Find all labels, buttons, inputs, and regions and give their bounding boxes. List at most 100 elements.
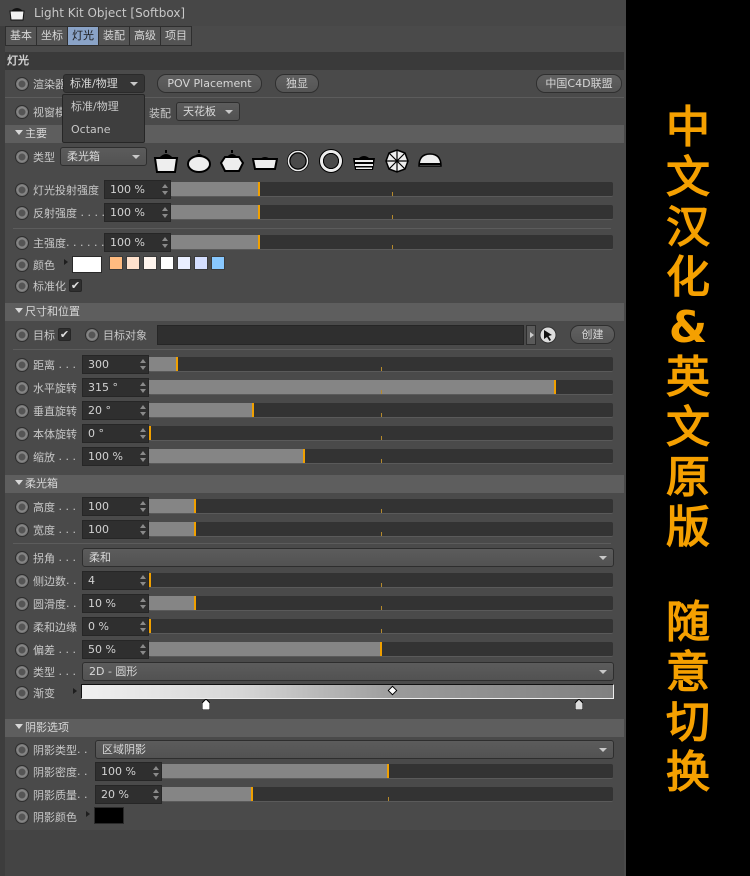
renderer-dropdown[interactable]: 标准/物理	[63, 74, 145, 93]
tab-project[interactable]: 项目	[160, 26, 192, 46]
roundness-slider[interactable]	[149, 596, 613, 611]
animate-radio[interactable]	[15, 664, 29, 679]
color-preset-swatch[interactable]	[194, 256, 208, 270]
animate-radio[interactable]	[15, 426, 29, 441]
group-softbox-header[interactable]: 柔光箱	[5, 475, 624, 493]
animate-radio[interactable]	[15, 235, 29, 250]
expand-triangle-icon[interactable]	[86, 811, 90, 817]
menu-item-octane[interactable]: Octane	[63, 118, 144, 141]
slider-handle[interactable]	[194, 499, 197, 513]
grid-softbox-icon[interactable]	[351, 148, 377, 174]
gradient-bar[interactable]	[81, 684, 614, 699]
animate-radio[interactable]	[15, 149, 29, 164]
group-size-header[interactable]: 尺寸和位置	[5, 303, 624, 321]
distance-field[interactable]: 300	[82, 355, 149, 374]
light-cast-intensity-field[interactable]: 100 %	[104, 180, 171, 199]
animate-radio[interactable]	[15, 449, 29, 464]
slider-handle[interactable]	[554, 380, 556, 394]
slider-handle[interactable]	[252, 403, 255, 417]
slider-handle[interactable]	[251, 787, 254, 801]
ring-light-thick-icon[interactable]	[318, 148, 344, 174]
soft-edge-field[interactable]: 0 %	[82, 617, 149, 636]
slider-handle[interactable]	[386, 764, 389, 778]
animate-radio[interactable]	[15, 619, 29, 634]
spinner-icon[interactable]	[162, 184, 168, 195]
create-button[interactable]: 创建	[570, 325, 615, 344]
width-slider[interactable]	[149, 522, 613, 537]
animate-radio[interactable]	[15, 403, 29, 418]
target-object-link-field[interactable]	[157, 325, 524, 345]
slider-handle[interactable]	[194, 596, 197, 610]
tab-coord[interactable]: 坐标	[36, 26, 68, 46]
shadow-quality-field[interactable]: 20 %	[95, 785, 162, 804]
animate-radio[interactable]	[15, 257, 29, 272]
animate-radio[interactable]	[15, 685, 29, 700]
slider-handle[interactable]	[149, 573, 151, 587]
solo-button[interactable]: 独显	[275, 74, 319, 93]
spinner-icon[interactable]	[162, 237, 168, 248]
animate-radio[interactable]	[15, 764, 29, 779]
side-count-slider[interactable]	[149, 573, 613, 588]
normalize-checkbox[interactable]: ✔	[69, 279, 82, 292]
spinner-icon[interactable]	[140, 451, 146, 462]
animate-radio[interactable]	[85, 327, 99, 342]
scale-field[interactable]: 100 %	[82, 447, 149, 466]
slider-handle[interactable]	[258, 235, 261, 249]
height-slider[interactable]	[149, 499, 613, 514]
light-cast-intensity-slider[interactable]	[171, 182, 613, 197]
animate-radio[interactable]	[15, 327, 29, 342]
octa-lamp-icon[interactable]	[219, 148, 245, 174]
bank-rotation-field[interactable]: 0 °	[82, 424, 149, 443]
reflection-intensity-field[interactable]: 100 %	[104, 203, 171, 222]
expand-triangle-icon[interactable]	[64, 259, 68, 265]
soft-edge-slider[interactable]	[149, 619, 613, 634]
gradient-stop-handle[interactable]	[202, 699, 211, 710]
animate-radio[interactable]	[15, 205, 29, 220]
tab-rig[interactable]: 装配	[98, 26, 130, 46]
shadow-color-swatch[interactable]	[94, 807, 124, 824]
shadow-type-dropdown[interactable]: 区域阴影	[95, 740, 614, 759]
pov-placement-button[interactable]: POV Placement	[157, 74, 262, 93]
animate-radio[interactable]	[15, 380, 29, 395]
slider-handle[interactable]	[149, 619, 151, 633]
color-preset-swatch[interactable]	[211, 256, 225, 270]
animate-radio[interactable]	[15, 104, 29, 119]
slider-handle[interactable]	[175, 357, 178, 371]
bias-field[interactable]: 50 %	[82, 640, 149, 659]
ring-light-icon[interactable]	[285, 148, 311, 174]
half-dome-icon[interactable]	[417, 148, 443, 174]
expand-triangle-icon[interactable]	[73, 688, 77, 694]
animate-radio[interactable]	[15, 357, 29, 372]
c4d-union-button[interactable]: 中国C4D联盟	[536, 74, 622, 93]
animate-radio[interactable]	[15, 642, 29, 657]
side-count-field[interactable]: 4	[82, 571, 149, 590]
horizontal-rotation-field[interactable]: 315 °	[82, 378, 149, 397]
spinner-icon[interactable]	[140, 644, 146, 655]
color-preset-swatch[interactable]	[160, 256, 174, 270]
slider-handle[interactable]	[302, 449, 305, 463]
vertical-rotation-field[interactable]: 20 °	[82, 401, 149, 420]
animate-radio[interactable]	[15, 742, 29, 757]
color-preset-swatch[interactable]	[177, 256, 191, 270]
link-expand-button[interactable]	[526, 325, 536, 345]
dome-lamp-icon[interactable]	[186, 148, 212, 174]
scale-slider[interactable]	[149, 449, 613, 464]
type-dropdown[interactable]: 柔光箱	[60, 147, 147, 166]
animate-radio[interactable]	[15, 573, 29, 588]
spinner-icon[interactable]	[140, 501, 146, 512]
slider-handle[interactable]	[194, 522, 197, 536]
reflection-intensity-slider[interactable]	[171, 205, 613, 220]
corner-dropdown[interactable]: 柔和	[82, 548, 614, 567]
spinner-icon[interactable]	[140, 575, 146, 586]
animate-radio[interactable]	[15, 278, 29, 293]
shadow-quality-slider[interactable]	[162, 787, 613, 802]
color-preset-swatch[interactable]	[143, 256, 157, 270]
bank-rotation-slider[interactable]	[149, 426, 613, 441]
slider-handle[interactable]	[149, 426, 151, 440]
spinner-icon[interactable]	[162, 207, 168, 218]
group-shadow-header[interactable]: 阴影选项	[5, 719, 624, 737]
gradient-stop-handle[interactable]	[575, 699, 584, 710]
roundness-field[interactable]: 10 %	[82, 594, 149, 613]
width-field[interactable]: 100	[82, 520, 149, 539]
slider-handle[interactable]	[258, 182, 261, 196]
